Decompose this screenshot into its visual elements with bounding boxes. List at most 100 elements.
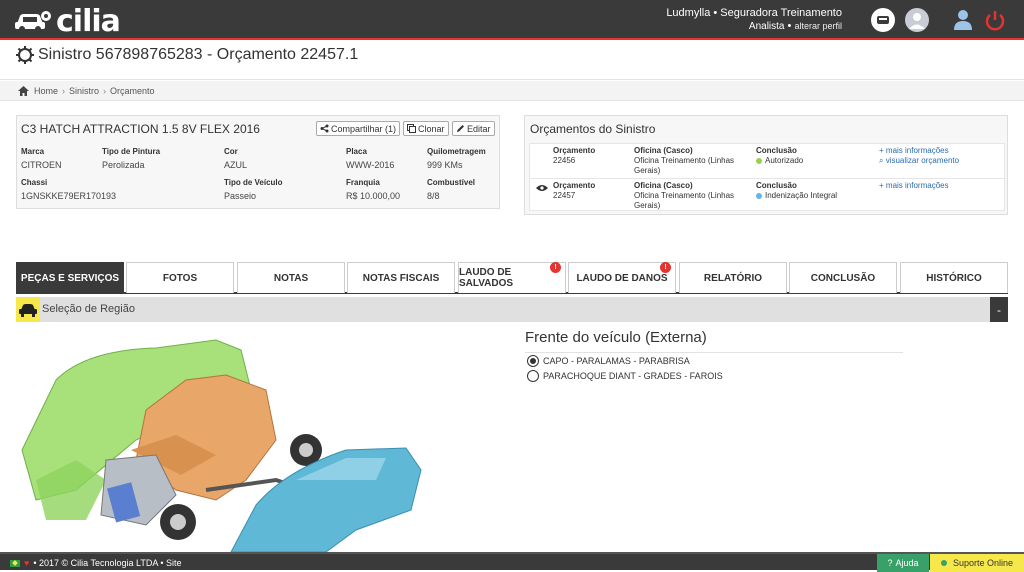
cell-value: 22457 <box>553 191 576 200</box>
tab-label: CONCLUSÃO <box>810 272 876 284</box>
cell-label: Orçamento <box>553 146 596 155</box>
gear-icon <box>16 46 34 64</box>
field-label: Chassi <box>21 178 48 187</box>
breadcrumb: Home › Sinistro › Orçamento <box>0 81 1024 101</box>
tab-conclusao[interactable]: CONCLUSÃO <box>789 262 897 293</box>
status-dot <box>756 192 762 199</box>
cell-label: Conclusão <box>756 146 797 155</box>
radio-button[interactable] <box>527 370 539 382</box>
change-profile-link[interactable]: alterar perfil <box>794 21 842 31</box>
region-option[interactable]: PARACHOQUE DIANT - GRADES - FAROIS <box>527 370 723 382</box>
edit-button[interactable]: Editar <box>452 121 495 136</box>
orcamentos-title: Orçamentos do Sinistro <box>530 122 656 136</box>
field-value: AZUL <box>224 160 248 170</box>
share-icon <box>320 124 329 133</box>
tab-pecas-servicos[interactable]: PEÇAS E SERVIÇOS <box>16 262 124 293</box>
eye-icon[interactable] <box>536 184 548 195</box>
tab-laudo-danos[interactable]: LAUDO DE DANOS! <box>568 262 676 293</box>
cell-label: Conclusão <box>756 181 797 190</box>
vehicle-title: C3 HATCH ATTRACTION 1.5 8V FLEX 2016 <box>21 122 260 136</box>
view-budget-link[interactable]: ⌕ visualizar orçamento <box>879 156 959 165</box>
car-exploded-illustration[interactable] <box>16 330 436 552</box>
car-wrench-icon <box>15 11 51 32</box>
cell-label: Oficina (Casco) <box>634 146 693 155</box>
cell-value: Autorizado <box>765 156 804 165</box>
tab-label: LAUDO DE SALVADOS <box>459 267 514 289</box>
cell-value: Indenização Integral <box>765 191 838 200</box>
table-row[interactable]: Orçamento 22456 Oficina (Casco) Oficina Tr… <box>530 144 1006 178</box>
more-info-link[interactable]: + mais informações <box>879 181 949 190</box>
table-row[interactable]: Orçamento 22457 Oficina (Casco) Oficina Tr… <box>530 178 1006 212</box>
logo-text: cilia <box>56 3 121 39</box>
field-value: CITROEN <box>21 160 62 170</box>
field-label: Marca <box>21 147 45 156</box>
tab-relatorio[interactable]: RELATÓRIO <box>679 262 787 293</box>
field-value: 1GNSKKE79ER170193 <box>21 191 117 201</box>
more-info-link[interactable]: + mais informações <box>879 146 949 155</box>
region-option-label: CAPO - PARALAMAS - PARABRISA <box>543 356 690 366</box>
tab-label: HISTÓRICO <box>926 272 982 284</box>
user-role: Analista <box>748 21 785 32</box>
region-option[interactable]: CAPO - PARALAMAS - PARABRISA <box>527 355 690 367</box>
region-title: Seleção de Região <box>42 303 135 315</box>
radio-button[interactable] <box>527 355 539 367</box>
brazil-flag-icon <box>10 559 20 567</box>
tab-fotos[interactable]: FOTOS <box>126 262 234 293</box>
cilia-badge-icon[interactable] <box>871 8 895 32</box>
cell-label: Orçamento <box>553 181 596 190</box>
cilia-logo[interactable]: cilia <box>14 3 121 39</box>
user-icon[interactable] <box>951 8 975 32</box>
power-icon[interactable] <box>983 8 1007 32</box>
field-label: Quilometragem <box>427 147 486 156</box>
tab-label: NOTAS FISCAIS <box>362 272 440 284</box>
tab-laudo-salvados[interactable]: LAUDO DE SALVADOS! <box>458 262 566 293</box>
online-dot <box>940 560 947 566</box>
chevron-right-icon: › <box>62 85 66 96</box>
tab-label: RELATÓRIO <box>703 272 763 284</box>
alert-badge: ! <box>660 262 671 273</box>
breadcrumb-sinistro[interactable]: Sinistro <box>69 86 99 96</box>
tab-label: PEÇAS E SERVIÇOS <box>20 272 120 284</box>
avatar[interactable] <box>905 8 929 32</box>
section-title: Frente do veículo (Externa) <box>525 329 707 346</box>
clone-label: Clonar <box>418 123 445 134</box>
share-button[interactable]: Compartilhar (1) <box>316 121 401 136</box>
more-info-label: mais informações <box>885 181 949 190</box>
user-info: Ludmylla • Seguradora Treinamento Analis… <box>666 7 842 32</box>
search-icon: ⌕ <box>879 156 886 165</box>
collapse-button[interactable]: - <box>990 297 1008 322</box>
status-dot <box>756 157 762 164</box>
home-icon <box>18 85 29 96</box>
tab-label: FOTOS <box>162 272 198 284</box>
view-budget-label: visualizar orçamento <box>885 156 960 165</box>
plus-icon: + <box>879 146 886 155</box>
car-icon <box>16 297 40 322</box>
tab-notas-fiscais[interactable]: NOTAS FISCAIS <box>347 262 455 293</box>
cell-value: Oficina Treinamento (Linhas Gerais) <box>634 156 735 175</box>
pencil-icon <box>457 125 464 132</box>
help-button[interactable]: ? Ajuda <box>877 554 929 572</box>
field-label: Tipo de Veículo <box>224 178 283 187</box>
clone-button[interactable]: Clonar <box>403 121 449 136</box>
plus-icon: + <box>879 181 886 190</box>
field-label: Tipo de Pintura <box>102 147 161 156</box>
question-icon: ? <box>887 558 893 568</box>
breadcrumb-home[interactable]: Home <box>34 86 58 96</box>
tab-historico[interactable]: HISTÓRICO <box>900 262 1008 293</box>
field-label: Combustível <box>427 178 476 187</box>
user-line: Ludmylla • Seguradora Treinamento <box>666 7 842 19</box>
field-value: R$ 10.000,00 <box>346 191 401 201</box>
share-label: Compartilhar (1) <box>331 123 397 134</box>
help-label: Ajuda <box>895 558 919 568</box>
field-value: Passeio <box>224 191 257 201</box>
field-value: Perolizada <box>102 160 145 170</box>
breadcrumb-orcamento: Orçamento <box>110 85 155 96</box>
support-button[interactable]: Suporte Online <box>930 554 1024 572</box>
tab-notas[interactable]: NOTAS <box>237 262 345 293</box>
region-option-label: PARACHOQUE DIANT - GRADES - FAROIS <box>543 371 723 381</box>
car-body-shell <box>230 447 422 552</box>
edit-label: Editar <box>467 123 491 134</box>
footer: ♥ • 2017 © Cilia Tecnologia LTDA • Site … <box>0 552 1024 572</box>
vehicle-panel: C3 HATCH ATTRACTION 1.5 8V FLEX 2016 Com… <box>16 115 500 209</box>
cell-value: Oficina Treinamento (Linhas Gerais) <box>634 191 735 210</box>
